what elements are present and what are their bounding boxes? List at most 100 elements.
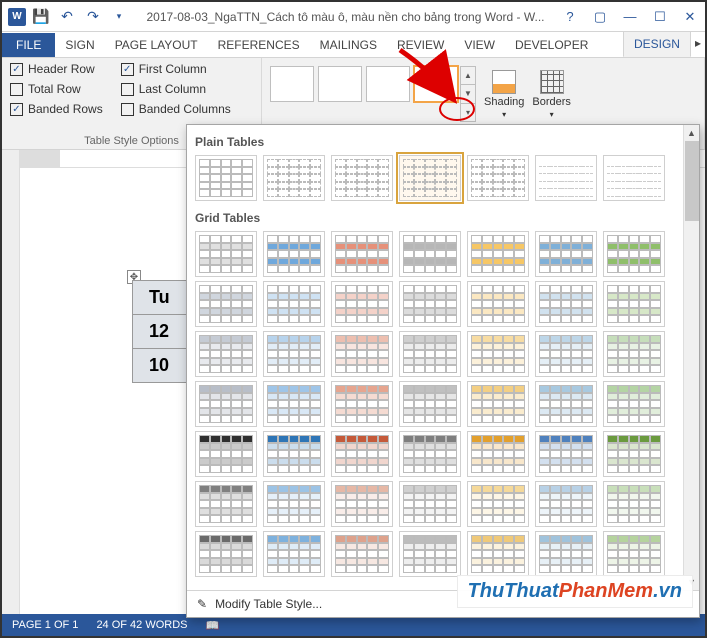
check-banded-columns[interactable]: Banded Columns: [121, 102, 231, 116]
table-style-option[interactable]: [195, 431, 257, 477]
table-style-option[interactable]: [603, 155, 665, 201]
scroll-thumb[interactable]: [685, 141, 699, 221]
table-header-cell[interactable]: Tu: [133, 281, 187, 315]
table-style-option[interactable]: [399, 331, 461, 377]
tab-review[interactable]: REVIEW: [387, 33, 454, 57]
table-style-option[interactable]: [603, 231, 665, 277]
table-style-option[interactable]: [331, 481, 393, 527]
table-style-option[interactable]: [399, 155, 461, 201]
check-first-column[interactable]: ✓First Column: [121, 62, 231, 76]
tab-design-doc[interactable]: SIGN: [55, 33, 104, 57]
tab-developer[interactable]: DEVELOPER: [505, 33, 598, 57]
table-style-option[interactable]: [195, 531, 257, 577]
table-style-option[interactable]: [195, 155, 257, 201]
table-style-option[interactable]: [535, 381, 597, 427]
table-style-option[interactable]: [467, 155, 529, 201]
table-style-option[interactable]: [399, 431, 461, 477]
table-style-thumb-selected[interactable]: [414, 66, 458, 102]
maximize-icon[interactable]: ☐: [645, 2, 675, 32]
table-style-option[interactable]: [195, 231, 257, 277]
table-style-option[interactable]: [399, 381, 461, 427]
table-style-option[interactable]: [263, 431, 325, 477]
table-style-option[interactable]: [535, 481, 597, 527]
table-style-option[interactable]: [535, 431, 597, 477]
document-table[interactable]: Tu 12 10: [132, 280, 187, 383]
table-cell[interactable]: 12: [133, 315, 187, 349]
table-style-option[interactable]: [195, 481, 257, 527]
check-header-row[interactable]: ✓Header Row: [10, 62, 103, 76]
table-style-option[interactable]: [467, 481, 529, 527]
ribbon-options-icon[interactable]: ▢: [585, 2, 615, 32]
table-style-option[interactable]: [603, 331, 665, 377]
table-style-option[interactable]: [263, 381, 325, 427]
table-style-option[interactable]: [467, 281, 529, 327]
tab-references[interactable]: REFERENCES: [208, 33, 310, 57]
gallery-scroll-down-icon[interactable]: ▼: [461, 85, 475, 103]
check-banded-rows[interactable]: ✓Banded Rows: [10, 102, 103, 116]
table-style-option[interactable]: [331, 531, 393, 577]
table-style-option[interactable]: [603, 531, 665, 577]
table-style-option[interactable]: [603, 381, 665, 427]
table-style-thumb[interactable]: [366, 66, 410, 102]
status-words[interactable]: 24 OF 42 WORDS: [96, 619, 187, 631]
minimize-icon[interactable]: —: [615, 2, 645, 32]
panel-scrollbar[interactable]: ▲ ▼: [683, 125, 699, 590]
borders-button[interactable]: Borders ▾: [532, 70, 571, 119]
table-style-option[interactable]: [399, 231, 461, 277]
table-style-option[interactable]: [331, 431, 393, 477]
help-icon[interactable]: ?: [555, 2, 585, 32]
table-style-option[interactable]: [399, 281, 461, 327]
table-style-thumb[interactable]: [270, 66, 314, 102]
status-page[interactable]: PAGE 1 OF 1: [12, 619, 78, 631]
table-style-option[interactable]: [467, 531, 529, 577]
table-cell[interactable]: 10: [133, 349, 187, 383]
gallery-expand-icon[interactable]: ▾: [461, 104, 475, 121]
tab-table-design[interactable]: DESIGN: [623, 31, 691, 57]
table-style-option[interactable]: [603, 481, 665, 527]
file-tab[interactable]: FILE: [2, 33, 55, 57]
close-icon[interactable]: ✕: [675, 2, 705, 32]
table-style-option[interactable]: [535, 281, 597, 327]
table-style-option[interactable]: [263, 531, 325, 577]
vertical-ruler[interactable]: [2, 150, 20, 614]
tab-view[interactable]: VIEW: [454, 33, 505, 57]
gallery-scroll-up-icon[interactable]: ▲: [461, 67, 475, 85]
table-style-option[interactable]: [535, 155, 597, 201]
table-style-option[interactable]: [331, 155, 393, 201]
qat-more-icon[interactable]: ▾: [108, 6, 130, 28]
table-style-thumb[interactable]: [318, 66, 362, 102]
table-style-option[interactable]: [603, 431, 665, 477]
modify-style-item[interactable]: Modify Table Style...: [215, 597, 322, 611]
table-style-option[interactable]: [263, 155, 325, 201]
redo-icon[interactable]: ↷: [82, 6, 104, 28]
table-style-option[interactable]: [399, 531, 461, 577]
table-style-option[interactable]: [467, 431, 529, 477]
scroll-up-icon[interactable]: ▲: [684, 125, 699, 141]
table-style-option[interactable]: [263, 231, 325, 277]
tab-mailings[interactable]: MAILINGS: [310, 33, 387, 57]
table-style-option[interactable]: [195, 381, 257, 427]
table-style-option[interactable]: [535, 531, 597, 577]
undo-icon[interactable]: ↶: [56, 6, 78, 28]
table-style-option[interactable]: [331, 231, 393, 277]
table-style-option[interactable]: [195, 331, 257, 377]
table-style-option[interactable]: [399, 481, 461, 527]
table-style-option[interactable]: [467, 231, 529, 277]
table-style-option[interactable]: [195, 281, 257, 327]
tab-page-layout[interactable]: PAGE LAYOUT: [105, 33, 208, 57]
tab-overflow-icon[interactable]: ▸: [691, 31, 705, 57]
table-style-option[interactable]: [535, 331, 597, 377]
table-style-option[interactable]: [263, 281, 325, 327]
table-style-option[interactable]: [263, 481, 325, 527]
check-total-row[interactable]: Total Row: [10, 82, 103, 96]
table-style-option[interactable]: [467, 331, 529, 377]
save-icon[interactable]: 💾: [30, 6, 52, 28]
table-style-option[interactable]: [331, 281, 393, 327]
table-style-option[interactable]: [331, 381, 393, 427]
table-style-option[interactable]: [331, 331, 393, 377]
status-proofing-icon[interactable]: 📖: [206, 619, 220, 632]
table-style-option[interactable]: [263, 331, 325, 377]
table-style-option[interactable]: [467, 381, 529, 427]
table-style-option[interactable]: [603, 281, 665, 327]
check-last-column[interactable]: Last Column: [121, 82, 231, 96]
